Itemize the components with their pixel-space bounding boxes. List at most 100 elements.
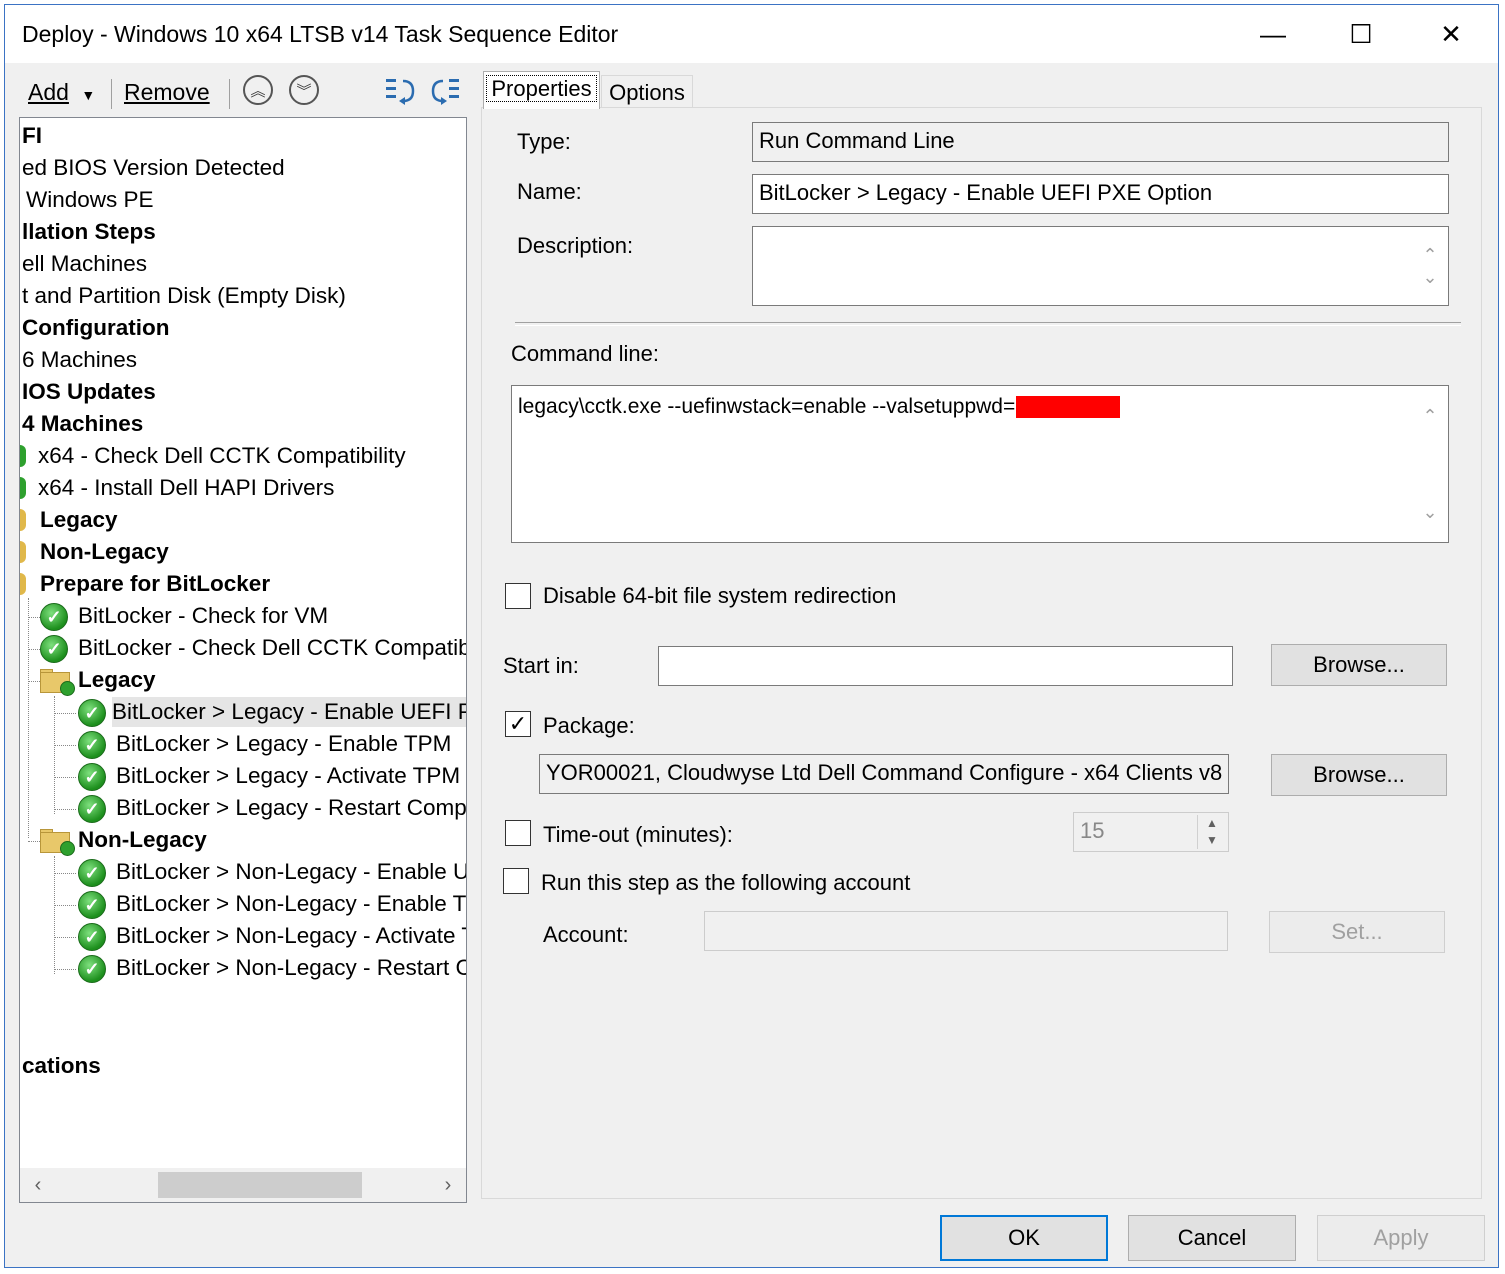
add-menu-button[interactable]: Add ▼: [28, 79, 95, 106]
scroll-right-arrow-icon[interactable]: ›: [434, 1172, 462, 1198]
title-bar: Deploy - Windows 10 x64 LTSB v14 Task Se…: [5, 5, 1498, 63]
tree-item[interactable]: llation Steps: [22, 217, 156, 247]
start-in-browse-button[interactable]: Browse...: [1271, 644, 1447, 686]
tree-item-label: Non-Legacy: [78, 827, 207, 852]
tree-item[interactable]: ed BIOS Version Detected: [22, 153, 285, 183]
tree-item[interactable]: 6 Machines: [22, 345, 137, 375]
tree-item[interactable]: BitLocker > Legacy - Restart Comput: [116, 793, 466, 823]
tree-item[interactable]: Legacy: [40, 505, 118, 535]
tree-item[interactable]: IOS Updates: [22, 377, 156, 407]
tree-item-label: Windows PE: [26, 187, 154, 212]
section-divider: [515, 322, 1461, 326]
checkmark-icon: ✓: [508, 711, 528, 736]
move-up-button[interactable]: ︽: [243, 75, 273, 105]
run-as-label: Run this step as the following account: [541, 870, 911, 895]
spin-up-icon[interactable]: ▲: [1198, 815, 1226, 832]
tree-item[interactable]: BitLocker > Non-Legacy - Enable UE: [116, 857, 466, 887]
window-title: Deploy - Windows 10 x64 LTSB v14 Task Se…: [22, 21, 619, 47]
tab-properties-label: Properties: [486, 75, 597, 102]
scrollbar-thumb[interactable]: [158, 1172, 362, 1198]
tab-options[interactable]: Options: [601, 75, 693, 111]
tree-item-label: 4 Machines: [22, 411, 144, 436]
tree-item[interactable]: x64 - Check Dell CCTK Compatibility: [38, 441, 406, 471]
command-line-scrollbar[interactable]: ⌃ ⌄: [1418, 392, 1442, 536]
command-line-value: legacy\cctk.exe --uefinwstack=enable --v…: [518, 395, 1016, 418]
task-sequence-tree[interactable]: FI ed BIOS Version Detected Windows PE l…: [19, 117, 467, 1203]
ok-button[interactable]: OK: [940, 1215, 1108, 1261]
check-icon: [20, 445, 26, 467]
timeout-stepper[interactable]: 15 ▲ ▼: [1073, 812, 1229, 852]
expand-all-button[interactable]: [383, 75, 417, 109]
tree-item-label: BitLocker > Legacy - Enable UEFI PX: [112, 699, 467, 724]
scroll-down-icon[interactable]: ⌄: [1418, 492, 1442, 532]
maximize-button[interactable]: ☐: [1315, 5, 1407, 63]
tree-item[interactable]: ell Machines: [22, 249, 147, 279]
tree-item[interactable]: cations: [22, 1051, 101, 1081]
start-in-field[interactable]: [658, 646, 1233, 686]
description-label: Description:: [517, 233, 634, 258]
description-field[interactable]: ⌃ ⌄: [752, 226, 1449, 306]
command-line-label: Command line:: [511, 341, 659, 366]
tab-properties[interactable]: Properties: [483, 71, 600, 109]
tree-item[interactable]: BitLocker - Check Dell CCTK Compatibilit: [78, 633, 466, 663]
move-down-button[interactable]: ︾: [289, 75, 319, 105]
tree-item[interactable]: t and Partition Disk (Empty Disk): [22, 281, 346, 311]
package-checkbox[interactable]: ✓: [505, 711, 531, 737]
chevron-down-icon: ▼: [81, 87, 96, 103]
account-field[interactable]: [704, 911, 1228, 951]
timeout-spin-buttons[interactable]: ▲ ▼: [1197, 815, 1226, 849]
type-field: Run Command Line: [752, 122, 1449, 162]
spin-down-icon[interactable]: ▼: [1198, 832, 1226, 849]
tree-item[interactable]: BitLocker > Non-Legacy - Enable TP: [116, 889, 466, 919]
minimize-button[interactable]: —: [1227, 5, 1319, 63]
timeout-label: Time-out (minutes):: [543, 822, 733, 847]
description-scrollbar[interactable]: ⌃ ⌄: [1418, 233, 1442, 299]
scroll-up-icon[interactable]: ⌃: [1418, 396, 1442, 436]
cancel-button[interactable]: Cancel: [1128, 1215, 1296, 1261]
tree-connector: [54, 905, 76, 906]
close-button[interactable]: ✕: [1405, 5, 1497, 63]
tree-item[interactable]: Legacy: [78, 665, 156, 695]
tree-item-selected[interactable]: BitLocker > Legacy - Enable UEFI PX: [112, 697, 467, 727]
tree-connector: [28, 841, 40, 842]
name-field[interactable]: BitLocker > Legacy - Enable UEFI PXE Opt…: [752, 174, 1449, 214]
collapse-all-button[interactable]: [429, 75, 463, 109]
disable-64bit-checkbox[interactable]: [505, 583, 531, 609]
check-icon: [20, 477, 26, 499]
tree-item[interactable]: BitLocker > Non-Legacy - Restart Co: [116, 953, 466, 983]
tree-item[interactable]: Non-Legacy: [78, 825, 207, 855]
tree-item[interactable]: x64 - Install Dell HAPI Drivers: [38, 473, 334, 503]
tree-item-label: BitLocker > Legacy - Enable TPM: [116, 731, 452, 756]
scroll-left-arrow-icon[interactable]: ‹: [24, 1172, 52, 1198]
tree-item-label: 6 Machines: [22, 347, 138, 372]
start-in-label: Start in:: [503, 653, 579, 678]
tree-connector: [54, 969, 76, 970]
task-sequence-editor-window: Deploy - Windows 10 x64 LTSB v14 Task Se…: [4, 4, 1499, 1268]
remove-button[interactable]: Remove: [124, 79, 210, 106]
tree-item[interactable]: FI: [22, 121, 42, 151]
tree-connector: [54, 777, 76, 778]
tree-item-label: t and Partition Disk (Empty Disk): [22, 283, 346, 308]
package-browse-button[interactable]: Browse...: [1271, 754, 1447, 796]
tree-item[interactable]: BitLocker > Legacy - Enable TPM: [116, 729, 451, 759]
redacted-password: [1016, 396, 1121, 419]
tree-item[interactable]: Prepare for BitLocker: [40, 569, 270, 599]
tree-item-label: Legacy: [78, 667, 156, 692]
tree-item[interactable]: Windows PE: [26, 185, 154, 215]
tree-connector: [28, 598, 29, 838]
set-account-button[interactable]: Set...: [1269, 911, 1445, 953]
tree-item[interactable]: Configuration: [22, 313, 169, 343]
tree-item[interactable]: BitLocker > Non-Legacy - Activate T: [116, 921, 466, 951]
tree-item[interactable]: Non-Legacy: [40, 537, 169, 567]
timeout-checkbox[interactable]: [505, 820, 531, 846]
tree-item[interactable]: BitLocker - Check for VM: [78, 601, 328, 631]
scroll-down-icon[interactable]: ⌄: [1418, 259, 1442, 295]
horizontal-scrollbar[interactable]: ‹ ›: [20, 1168, 466, 1202]
tree-connector: [28, 649, 40, 650]
apply-button[interactable]: Apply: [1317, 1215, 1485, 1261]
tree-item[interactable]: 4 Machines: [22, 409, 143, 439]
command-line-field[interactable]: legacy\cctk.exe --uefinwstack=enable --v…: [511, 385, 1449, 543]
tree-item[interactable]: BitLocker > Legacy - Activate TPM: [116, 761, 460, 791]
run-as-checkbox[interactable]: [503, 868, 529, 894]
folder-icon: [20, 509, 26, 531]
